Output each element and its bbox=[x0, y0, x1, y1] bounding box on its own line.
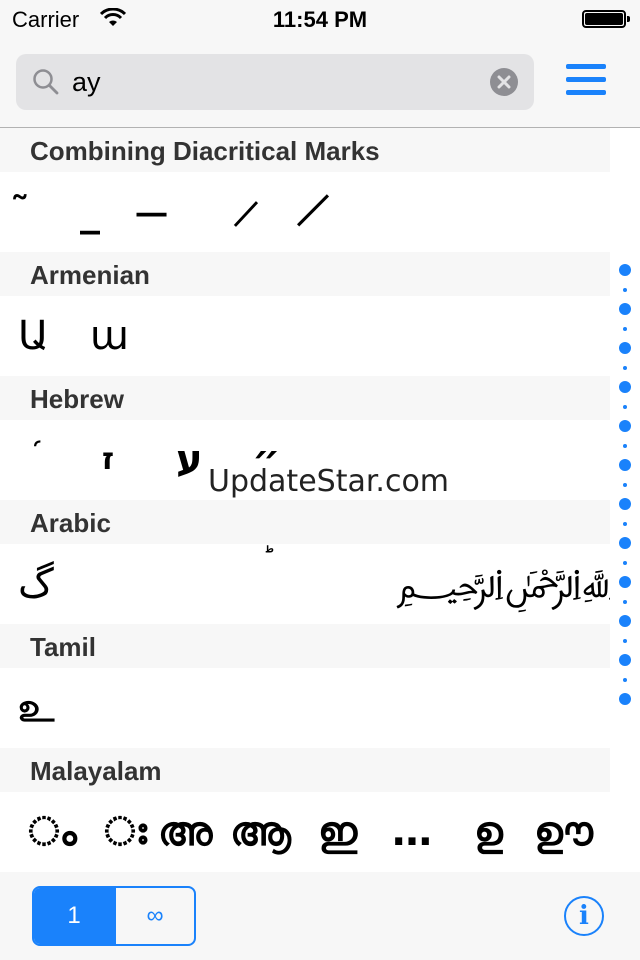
index-separator-dot bbox=[623, 678, 627, 682]
char-row: ̃ ̲ ̶ ̷ ̸ bbox=[0, 172, 610, 252]
status-time: 11:54 PM bbox=[272, 7, 368, 32]
char-cell[interactable]: ഃ bbox=[104, 792, 147, 872]
char-cell[interactable]: ﷽ bbox=[396, 544, 610, 624]
char-cell[interactable]: گ bbox=[18, 544, 54, 624]
char-cell[interactable]: ա bbox=[90, 296, 129, 376]
segment-single[interactable]: 1 bbox=[34, 888, 114, 944]
index-separator-dot bbox=[623, 561, 627, 565]
section-header-arabic: Arabic bbox=[0, 500, 610, 544]
clear-search-icon[interactable] bbox=[490, 68, 518, 96]
character-list[interactable]: Combining Diacritical Marks ̃ ̲ ̶ ̷ ̸ Ar… bbox=[0, 128, 610, 872]
index-dot[interactable] bbox=[619, 615, 631, 627]
index-dot[interactable] bbox=[619, 654, 631, 666]
index-dot[interactable] bbox=[619, 303, 631, 315]
char-cell[interactable]: ז bbox=[102, 420, 114, 500]
index-dot[interactable] bbox=[619, 537, 631, 549]
segment-infinite[interactable]: ∞ bbox=[114, 888, 194, 944]
search-header bbox=[0, 40, 640, 128]
index-separator-dot bbox=[623, 639, 627, 643]
char-row: گ ؕ ﷽ bbox=[0, 544, 610, 624]
status-bar: Carrier 11:54 PM bbox=[0, 0, 640, 40]
index-dot[interactable] bbox=[619, 459, 631, 471]
count-segmented-control[interactable]: 1 ∞ bbox=[32, 886, 196, 946]
index-dot[interactable] bbox=[619, 576, 631, 588]
menu-bar bbox=[566, 90, 606, 95]
index-separator-dot bbox=[623, 600, 627, 604]
index-separator-dot bbox=[623, 444, 627, 448]
info-icon[interactable]: i bbox=[564, 896, 604, 936]
char-row: ֜ ז ע ״ bbox=[0, 420, 610, 500]
search-icon bbox=[32, 68, 60, 96]
char-cell[interactable]: ഉ bbox=[474, 792, 503, 872]
char-cell[interactable]: ഊ bbox=[534, 792, 593, 872]
index-dot[interactable] bbox=[619, 420, 631, 432]
index-dot[interactable] bbox=[619, 264, 631, 276]
section-header-armenian: Armenian bbox=[0, 252, 610, 296]
section-header-hebrew: Hebrew bbox=[0, 376, 610, 420]
search-input[interactable] bbox=[72, 64, 472, 100]
char-row: உ bbox=[0, 668, 610, 748]
char-cell[interactable]: ഇ bbox=[318, 792, 357, 872]
index-separator-dot bbox=[623, 366, 627, 370]
char-row: Ա ա bbox=[0, 296, 610, 376]
char-cell[interactable]: ആ bbox=[230, 792, 291, 872]
menu-icon[interactable] bbox=[566, 64, 606, 98]
char-cell[interactable]: ״ bbox=[252, 420, 280, 500]
search-box[interactable] bbox=[16, 54, 534, 110]
bottom-toolbar: 1 ∞ i bbox=[0, 872, 640, 960]
index-separator-dot bbox=[623, 327, 627, 331]
index-dot[interactable] bbox=[619, 381, 631, 393]
section-header-tamil: Tamil bbox=[0, 624, 610, 668]
index-dot[interactable] bbox=[619, 498, 631, 510]
index-separator-dot bbox=[623, 405, 627, 409]
section-header-malayalam: Malayalam bbox=[0, 748, 610, 792]
char-cell[interactable]: അ bbox=[158, 792, 212, 872]
menu-bar bbox=[566, 77, 606, 82]
index-separator-dot bbox=[623, 483, 627, 487]
index-separator-dot bbox=[623, 288, 627, 292]
char-cell[interactable]: உ bbox=[18, 668, 54, 748]
battery-icon bbox=[582, 10, 630, 28]
index-dot[interactable] bbox=[619, 342, 631, 354]
char-cell[interactable]: ע bbox=[176, 420, 203, 500]
section-index-bar[interactable] bbox=[616, 264, 634, 724]
menu-bar bbox=[566, 64, 606, 69]
index-separator-dot bbox=[623, 522, 627, 526]
char-row: ം ഃ അ ആ ഇ … ഉ ഊ bbox=[0, 792, 610, 872]
section-header-combining-diacritical-marks: Combining Diacritical Marks bbox=[0, 128, 610, 172]
char-cell[interactable]: … bbox=[392, 792, 432, 872]
index-dot[interactable] bbox=[619, 693, 631, 705]
char-cell[interactable]: Ա bbox=[18, 296, 49, 376]
char-cell[interactable]: ം bbox=[28, 792, 77, 872]
